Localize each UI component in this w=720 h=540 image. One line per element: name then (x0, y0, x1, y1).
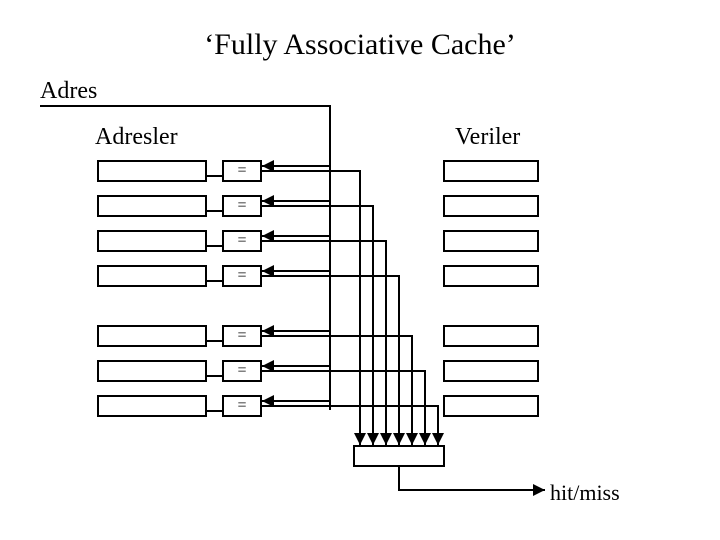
address-box (97, 325, 207, 347)
data-box (443, 160, 539, 182)
veriler-heading: Veriler (455, 124, 520, 151)
data-box (443, 325, 539, 347)
comparator-box: = (222, 360, 262, 382)
comparator-box: = (222, 395, 262, 417)
address-box (97, 160, 207, 182)
data-box (443, 360, 539, 382)
data-box (443, 395, 539, 417)
address-box (97, 360, 207, 382)
adres-underline (40, 105, 330, 107)
data-box (443, 230, 539, 252)
hit-miss-collector (353, 445, 445, 467)
address-box (97, 195, 207, 217)
comparator-box: = (222, 160, 262, 182)
comparator-box: = (222, 230, 262, 252)
hitmiss-label: hit/miss (550, 480, 620, 506)
comparator-box: = (222, 265, 262, 287)
adres-label: Adres (40, 78, 97, 105)
comparator-box: = (222, 195, 262, 217)
address-box (97, 265, 207, 287)
comparator-box: = (222, 325, 262, 347)
address-box (97, 395, 207, 417)
data-box (443, 195, 539, 217)
page-title: ‘Fully Associative Cache’ (0, 28, 720, 62)
address-box (97, 230, 207, 252)
data-box (443, 265, 539, 287)
adresler-heading: Adresler (95, 124, 178, 151)
